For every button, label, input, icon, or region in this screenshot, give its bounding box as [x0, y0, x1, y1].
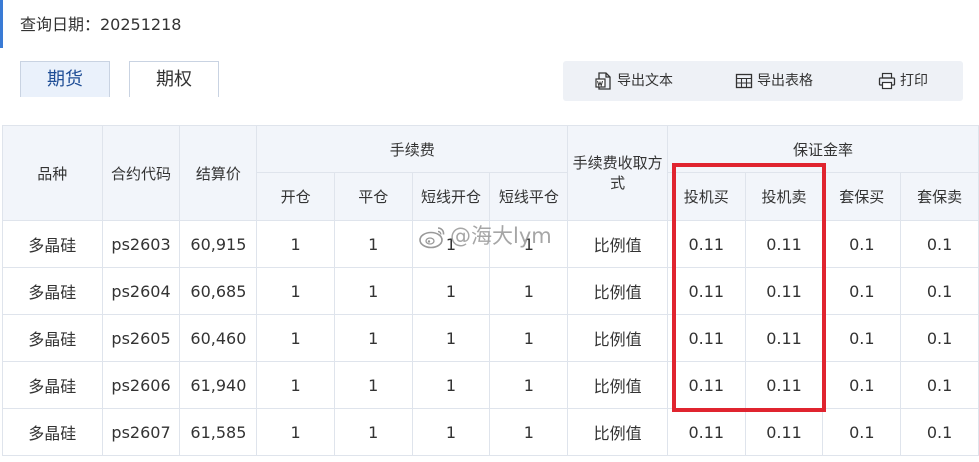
- cell-spec-buy: 0.11: [666, 314, 746, 362]
- cell-hedge-buy: 0.1: [822, 314, 902, 362]
- cell-open: 1: [256, 314, 335, 362]
- cell-short-close: 1: [489, 314, 569, 362]
- cell-short-open: 1: [411, 361, 491, 409]
- export-toolbar: 导出文本 导出表格 打印: [563, 61, 963, 101]
- accent-bar: [0, 0, 3, 48]
- cell-hedge-sell: 0.1: [900, 314, 979, 362]
- cell-variety: 多晶硅: [2, 361, 103, 409]
- export-text-label: 导出文本: [617, 73, 673, 89]
- cell-fee-method: 比例值: [567, 220, 668, 268]
- cell-spec-buy: 0.11: [666, 361, 746, 409]
- cell-short-open: 1: [411, 408, 491, 456]
- cell-settlement-price: 61,585: [179, 408, 258, 456]
- printer-icon: [878, 72, 896, 90]
- cell-hedge-buy: 0.1: [822, 220, 902, 268]
- cell-hedge-sell: 0.1: [900, 408, 979, 456]
- cell-contract-code: ps2604: [101, 267, 181, 315]
- cell-contract-code: ps2603: [101, 220, 181, 268]
- cell-short-close: 1: [489, 408, 569, 456]
- cell-contract-code: ps2607: [101, 408, 181, 456]
- cell-short-close: 1: [489, 361, 569, 409]
- cell-variety: 多晶硅: [2, 408, 103, 456]
- header-close: 平仓: [333, 172, 413, 221]
- cell-settlement-price: 61,940: [179, 361, 258, 409]
- cell-fee-method: 比例值: [567, 408, 668, 456]
- cell-spec-buy: 0.11: [666, 408, 746, 456]
- table-row: 多晶硅 ps2605 60,460 1 1 1 1 比例值 0.11 0.11 0.1 0.1: [2, 314, 979, 362]
- header-fee-group: 手续费: [256, 125, 569, 173]
- header-spec-sell: 投机卖: [744, 172, 824, 221]
- query-date-bar: 查询日期：20251218: [0, 0, 979, 48]
- table-icon: [735, 73, 753, 89]
- cell-close: 1: [333, 361, 413, 409]
- tab-options[interactable]: 期权: [129, 61, 219, 97]
- cell-variety: 多晶硅: [2, 220, 103, 268]
- cell-open: 1: [256, 267, 335, 315]
- cell-spec-sell: 0.11: [744, 408, 824, 456]
- cell-fee-method: 比例值: [567, 361, 668, 409]
- cell-short-close: 1: [489, 267, 569, 315]
- cell-settlement-price: 60,460: [179, 314, 258, 362]
- table-row: 多晶硅 ps2606 61,940 1 1 1 1 比例值 0.11 0.11 0.1 0.1: [2, 361, 979, 409]
- cell-spec-sell: 0.11: [744, 361, 824, 409]
- header-settlement-price: 结算价: [179, 125, 258, 221]
- cell-variety: 多晶硅: [2, 267, 103, 315]
- cell-close: 1: [333, 267, 413, 315]
- cell-hedge-sell: 0.1: [900, 267, 979, 315]
- cell-spec-sell: 0.11: [744, 220, 824, 268]
- header-contract-code: 合约代码: [101, 125, 181, 221]
- cell-fee-method: 比例值: [567, 267, 668, 315]
- header-margin-group: 保证金率: [666, 125, 979, 173]
- header-variety: 品种: [2, 125, 103, 221]
- header-spec-buy: 投机买: [666, 172, 746, 221]
- header-short-open: 短线开仓: [411, 172, 491, 221]
- cell-contract-code: ps2605: [101, 314, 181, 362]
- header-hedge-sell: 套保卖: [900, 172, 979, 221]
- header-fee-method: 手续费收取方式: [567, 125, 668, 221]
- cell-settlement-price: 60,685: [179, 267, 258, 315]
- print-button[interactable]: 打印: [878, 61, 928, 101]
- word-doc-icon: [595, 72, 611, 90]
- cell-hedge-buy: 0.1: [822, 361, 902, 409]
- fee-margin-table: 品种 合约代码 结算价 手续费 手续费收取方式 保证金率 开仓 平仓 短线开仓 …: [2, 125, 979, 456]
- header-hedge-buy: 套保买: [822, 172, 902, 221]
- cell-open: 1: [256, 220, 335, 268]
- print-label: 打印: [900, 73, 928, 89]
- cell-hedge-sell: 0.1: [900, 220, 979, 268]
- cell-close: 1: [333, 408, 413, 456]
- header-open: 开仓: [256, 172, 335, 221]
- cell-open: 1: [256, 408, 335, 456]
- cell-fee-method: 比例值: [567, 314, 668, 362]
- table-body: 多晶硅 ps2603 60,915 1 1 1 1 比例值 0.11 0.11 0.1 0.1 多晶硅 p…: [2, 220, 979, 456]
- table-row: 多晶硅 ps2603 60,915 1 1 1 1 比例值 0.11 0.11 0.1 0.1: [2, 220, 979, 268]
- cell-short-close: 1: [489, 220, 569, 268]
- export-text-button[interactable]: 导出文本: [595, 61, 673, 101]
- cell-spec-sell: 0.11: [744, 267, 824, 315]
- cell-close: 1: [333, 314, 413, 362]
- cell-spec-buy: 0.11: [666, 220, 746, 268]
- cell-settlement-price: 60,915: [179, 220, 258, 268]
- cell-hedge-buy: 0.1: [822, 408, 902, 456]
- cell-short-open: 1: [411, 314, 491, 362]
- cell-hedge-sell: 0.1: [900, 361, 979, 409]
- cell-variety: 多晶硅: [2, 314, 103, 362]
- cell-hedge-buy: 0.1: [822, 267, 902, 315]
- cell-short-open: 1: [411, 220, 491, 268]
- table-row: 多晶硅 ps2607 61,585 1 1 1 1 比例值 0.11 0.11 0.1 0.1: [2, 408, 979, 456]
- cell-short-open: 1: [411, 267, 491, 315]
- query-date-label: 查询日期：20251218: [20, 15, 182, 34]
- tab-futures[interactable]: 期货: [20, 61, 110, 97]
- cell-spec-buy: 0.11: [666, 267, 746, 315]
- cell-open: 1: [256, 361, 335, 409]
- export-table-label: 导出表格: [757, 73, 813, 89]
- cell-contract-code: ps2606: [101, 361, 181, 409]
- cell-spec-sell: 0.11: [744, 314, 824, 362]
- export-table-button[interactable]: 导出表格: [735, 61, 813, 101]
- header-short-close: 短线平仓: [489, 172, 569, 221]
- cell-close: 1: [333, 220, 413, 268]
- table-row: 多晶硅 ps2604 60,685 1 1 1 1 比例值 0.11 0.11 0.1 0.1: [2, 267, 979, 315]
